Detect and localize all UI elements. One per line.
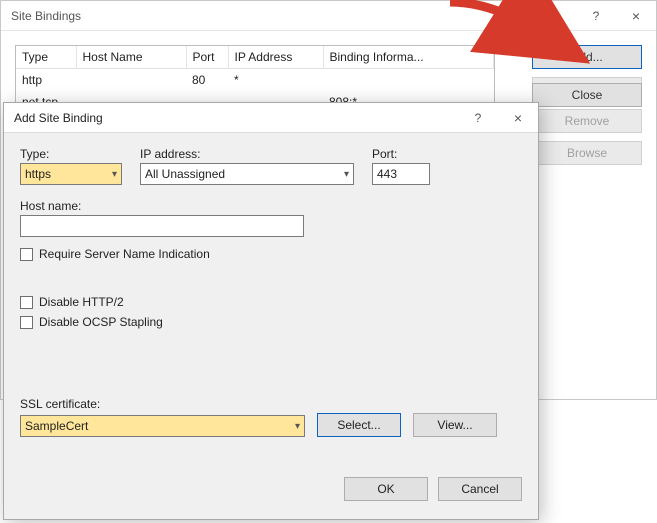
col-binding[interactable]: Binding Informa... [323, 46, 494, 69]
cert-select[interactable]: SampleCert ▾ [20, 415, 305, 437]
close-icon[interactable]: × [498, 103, 538, 133]
host-label: Host name: [20, 199, 522, 213]
dialog-title: Add Site Binding [14, 103, 458, 133]
sni-checkbox[interactable]: Require Server Name Indication [20, 247, 522, 261]
cell-binding [323, 69, 494, 92]
select-button[interactable]: Select... [317, 413, 401, 437]
ocsp-label: Disable OCSP Stapling [39, 315, 163, 329]
close-button[interactable]: Close [532, 83, 642, 107]
chevron-down-icon: ▾ [295, 421, 300, 432]
port-input[interactable]: 443 [372, 163, 430, 185]
ip-select[interactable]: All Unassigned ▾ [140, 163, 354, 185]
cell-host [76, 69, 186, 92]
help-icon[interactable]: ? [458, 103, 498, 133]
checkbox-icon [20, 316, 33, 329]
col-ip[interactable]: IP Address [228, 46, 323, 69]
dialog-title: Site Bindings [11, 1, 576, 31]
cert-label: SSL certificate: [20, 397, 522, 411]
col-host[interactable]: Host Name [76, 46, 186, 69]
table-header-row: Type Host Name Port IP Address Binding I… [16, 46, 494, 69]
type-select[interactable]: https ▾ [20, 163, 122, 185]
close-icon[interactable]: × [616, 1, 656, 31]
h2-label: Disable HTTP/2 [39, 295, 124, 309]
col-port[interactable]: Port [186, 46, 228, 69]
cancel-button[interactable]: Cancel [438, 477, 522, 501]
close-row: Close [532, 83, 642, 115]
col-type[interactable]: Type [16, 46, 76, 69]
checkbox-icon [20, 248, 33, 261]
cell-ip: * [228, 69, 323, 92]
browse-button: Browse [532, 141, 642, 165]
titlebar: Site Bindings ? × [1, 1, 656, 31]
chevron-down-icon: ▾ [344, 169, 349, 180]
type-value: https [25, 167, 51, 181]
help-icon[interactable]: ? [576, 1, 616, 31]
titlebar: Add Site Binding ? × [4, 103, 538, 133]
ok-button[interactable]: OK [344, 477, 428, 501]
disable-ocsp-checkbox[interactable]: Disable OCSP Stapling [20, 315, 522, 329]
chevron-down-icon: ▾ [112, 169, 117, 180]
port-label: Port: [372, 147, 430, 161]
sni-label: Require Server Name Indication [39, 247, 210, 261]
disable-http2-checkbox[interactable]: Disable HTTP/2 [20, 295, 522, 309]
add-button[interactable]: Add... [532, 45, 642, 69]
table-row[interactable]: http 80 * [16, 69, 494, 92]
cell-port: 80 [186, 69, 228, 92]
ip-label: IP address: [140, 147, 354, 161]
type-label: Type: [20, 147, 122, 161]
cell-type: http [16, 69, 76, 92]
dialog-body: Type: https ▾ IP address: All Unassigned… [4, 133, 538, 513]
host-input[interactable] [20, 215, 304, 237]
port-value: 443 [377, 167, 397, 181]
cert-value: SampleCert [25, 419, 88, 433]
view-button[interactable]: View... [413, 413, 497, 437]
ip-value: All Unassigned [145, 167, 225, 181]
add-site-binding-dialog: Add Site Binding ? × Type: https ▾ IP ad… [3, 102, 539, 520]
checkbox-icon [20, 296, 33, 309]
